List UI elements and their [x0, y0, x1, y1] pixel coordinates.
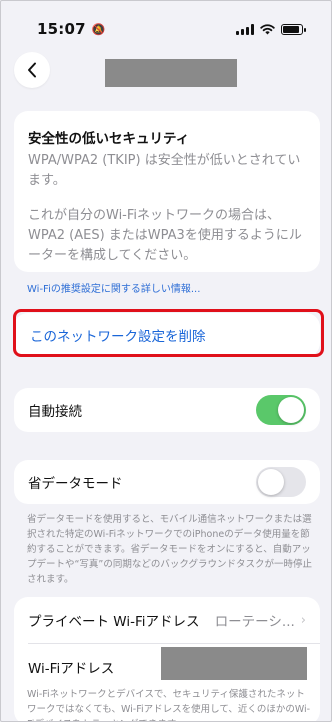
low-data-mode-row: 省データモード	[14, 460, 320, 504]
auto-join-label: 自動接続	[28, 404, 82, 420]
security-warning-card: 安全性の低いセキュリティ WPA/WPA2 (TKIP) は安全性が低いとされて…	[14, 111, 320, 272]
private-address-label: プライベート Wi-Fiアドレス	[28, 614, 200, 630]
chevron-right-icon: ›	[300, 612, 306, 628]
status-bar: 15:07 🔕	[37, 19, 306, 39]
wifi-icon	[260, 23, 275, 35]
warning-paragraph-1: WPA/WPA2 (TKIP) は安全性が低いとされています。	[28, 153, 301, 188]
redacted-network-name	[105, 59, 237, 87]
screen: 15:07 🔕 安全性の低いセキュリティ WPA/WPA2 (TKIP) は安全…	[0, 0, 332, 722]
chevron-left-icon	[28, 62, 36, 78]
bell-mute-icon: 🔕	[91, 22, 106, 36]
time-text: 15:07	[37, 20, 86, 38]
low-data-mode-note: 省データモードを使用すると、モバイル通信ネットワークまたは選択された特定のWi-…	[27, 514, 312, 585]
low-data-mode-toggle[interactable]	[256, 467, 306, 497]
cellular-signal-icon	[236, 23, 254, 35]
private-address-row[interactable]: プライベート Wi-Fiアドレス ローテーシ... ›	[14, 597, 320, 643]
warning-title: 安全性の低いセキュリティ	[28, 131, 190, 147]
back-button[interactable]	[14, 52, 50, 88]
auto-join-row: 自動接続	[14, 388, 320, 432]
auto-join-toggle[interactable]	[256, 395, 306, 425]
status-time: 15:07 🔕	[37, 20, 106, 38]
redacted-wifi-address	[161, 647, 307, 680]
low-data-mode-label: 省データモード	[28, 476, 123, 492]
wifi-address-label: Wi-Fiアドレス	[28, 661, 115, 677]
warning-paragraph-2: これが自分のWi-Fiネットワークの場合は、WPA2 (AES) またはWPA3…	[28, 208, 302, 263]
highlight-box	[13, 309, 324, 357]
status-icons	[236, 23, 306, 35]
warning-body: WPA/WPA2 (TKIP) は安全性が低いとされています。 これが自分のWi…	[28, 151, 304, 266]
battery-icon	[281, 23, 306, 35]
private-address-value-wrap: ローテーシ... ›	[214, 610, 306, 631]
recommendation-link[interactable]: Wi-Fiの推奨設定に関する詳しい情報...	[27, 280, 200, 295]
private-address-note: Wi-Fiネットワークとデバイスで、セキュリティ保護されたネットワークではなくて…	[27, 689, 311, 721]
private-address-value: ローテーシ...	[214, 614, 295, 630]
